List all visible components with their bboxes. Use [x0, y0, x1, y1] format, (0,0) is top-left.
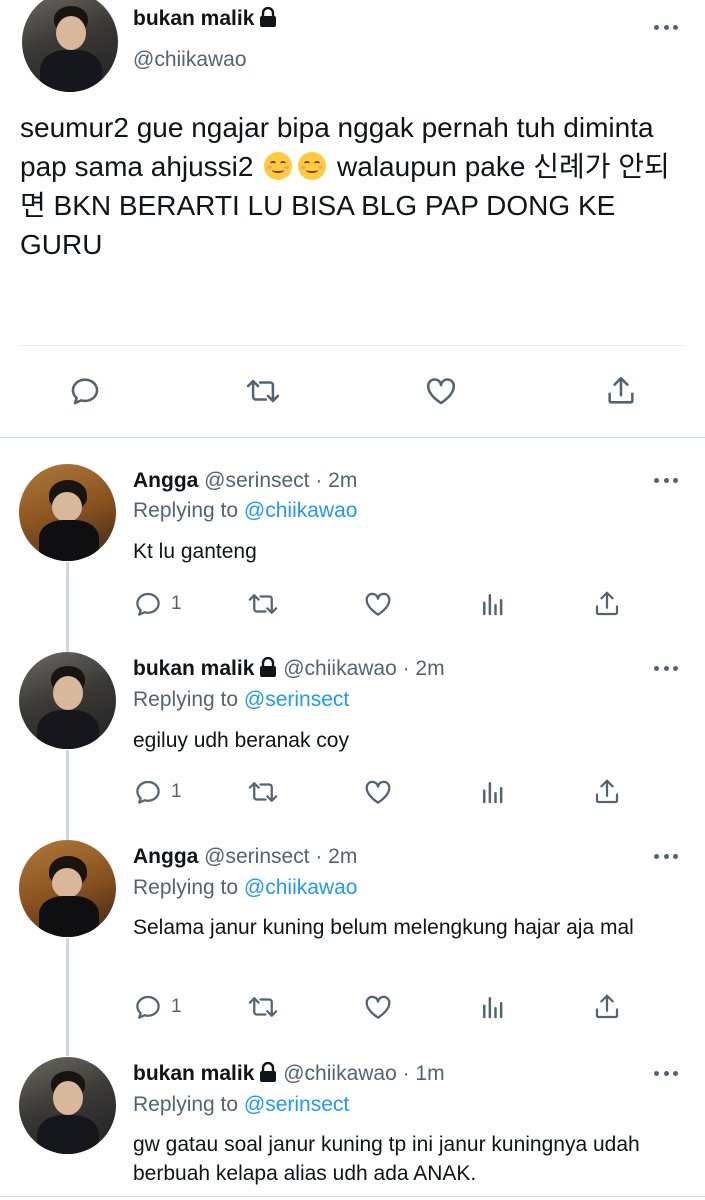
analytics-button[interactable] [478, 777, 508, 807]
lock-icon [260, 1062, 277, 1082]
share-icon [595, 779, 619, 804]
author-name[interactable]: bukan malik [133, 7, 277, 31]
analytics-button[interactable] [478, 992, 508, 1022]
author-handle[interactable]: @serinsect · 2m [204, 845, 357, 868]
author-name[interactable]: Angga [133, 469, 198, 492]
like-button[interactable] [423, 374, 459, 408]
mention-link[interactable]: @chiikawao [244, 499, 358, 522]
avatar[interactable] [19, 652, 116, 749]
replying-to: Replying to @serinsect [133, 688, 350, 711]
author-name[interactable]: bukan malik [133, 657, 277, 680]
thread-line [66, 750, 69, 840]
like-button[interactable] [362, 992, 394, 1022]
author-handle[interactable]: @chiikawao · 2m [283, 657, 444, 680]
like-icon [365, 592, 391, 616]
thread-line [66, 562, 69, 652]
reply-count: 1 [171, 593, 182, 614]
reply-count: 1 [171, 996, 182, 1017]
author-name[interactable]: bukan malik [133, 1062, 277, 1085]
retweet-button[interactable] [246, 589, 280, 619]
reply-text: Selama janur kuning belum melengkung haj… [133, 916, 634, 939]
share-icon [595, 591, 619, 616]
analytics-icon [483, 782, 503, 804]
share-icon [595, 994, 619, 1019]
section-divider [0, 437, 705, 438]
like-button[interactable] [362, 589, 394, 619]
share-button[interactable] [604, 374, 638, 408]
share-button[interactable] [592, 992, 622, 1022]
lock-icon [260, 657, 277, 677]
share-icon [608, 376, 634, 404]
analytics-button[interactable] [478, 589, 508, 619]
reply-count: 1 [171, 781, 182, 802]
mention-link[interactable]: @serinsect [244, 1093, 349, 1116]
replying-to: Replying to @chiikawao [133, 499, 358, 522]
like-button[interactable] [362, 777, 394, 807]
reply-button[interactable]: 1 [133, 777, 182, 807]
retweet-icon [248, 594, 278, 614]
like-icon [426, 378, 456, 405]
replying-to: Replying to @chiikawao [133, 876, 358, 899]
analytics-icon [483, 594, 503, 616]
share-button[interactable] [592, 589, 622, 619]
reply-button[interactable]: 1 [133, 992, 182, 1022]
retweet-icon [246, 379, 280, 403]
reply-text: gw gatau soal janur kuning tp ini janur … [133, 1133, 640, 1185]
main-tweet: bukan malik @chiikawao seumur2 gue ngaja… [0, 0, 705, 437]
author-name[interactable]: Angga [133, 845, 198, 868]
retweet-icon [248, 997, 278, 1017]
retweet-button[interactable] [244, 374, 282, 408]
reply-icon [71, 378, 99, 405]
bottom-divider [0, 1196, 705, 1197]
reply-button[interactable]: 1 [133, 589, 182, 619]
retweet-button[interactable] [246, 777, 280, 807]
smiling-face-emoji [264, 152, 293, 180]
author-handle[interactable]: @chiikawao [133, 48, 247, 72]
share-button[interactable] [592, 777, 622, 807]
reply-icon [136, 780, 160, 804]
reply-button[interactable] [68, 374, 102, 408]
replying-to: Replying to @serinsect [133, 1093, 350, 1116]
divider [20, 345, 685, 346]
author-handle[interactable]: @serinsect · 2m [204, 469, 357, 492]
tweet-text: seumur2 gue ngajar bipa nggak pernah tuh… [20, 112, 670, 260]
like-icon [365, 995, 391, 1019]
more-options-icon[interactable] [654, 854, 678, 860]
more-options-icon[interactable] [654, 25, 678, 31]
reply-text: Kt lu ganteng [133, 540, 257, 563]
reply-text: egiluy udh beranak coy [133, 729, 349, 752]
smiling-face-emoji [298, 152, 327, 180]
avatar[interactable] [22, 0, 118, 92]
thread-line [66, 938, 69, 1056]
mention-link[interactable]: @serinsect [244, 688, 349, 711]
retweet-icon [248, 782, 278, 802]
avatar[interactable] [19, 1057, 116, 1154]
reply-icon [136, 592, 160, 616]
reply-icon [136, 995, 160, 1019]
more-options-icon[interactable] [654, 666, 678, 672]
avatar[interactable] [19, 840, 116, 937]
more-options-icon[interactable] [654, 1071, 678, 1077]
analytics-icon [483, 997, 503, 1019]
retweet-button[interactable] [246, 992, 280, 1022]
avatar[interactable] [19, 464, 116, 561]
lock-icon [260, 7, 277, 27]
mention-link[interactable]: @chiikawao [244, 876, 358, 899]
more-options-icon[interactable] [654, 478, 678, 484]
author-handle[interactable]: @chiikawao · 1m [283, 1062, 444, 1085]
like-icon [365, 780, 391, 804]
